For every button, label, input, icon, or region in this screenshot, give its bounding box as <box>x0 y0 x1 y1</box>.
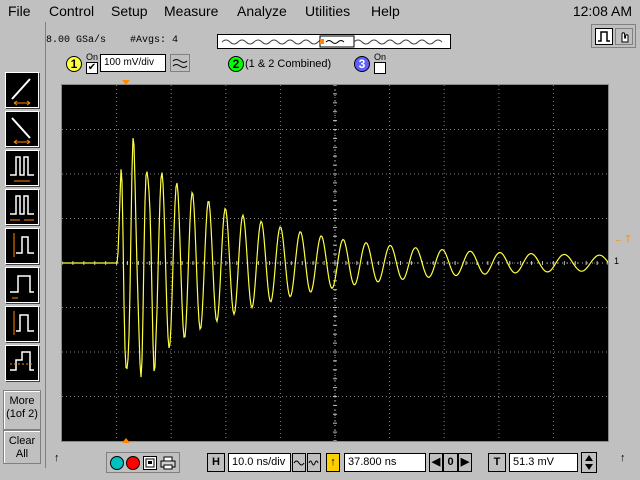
channel-1-ground-marker: 1 <box>614 256 619 266</box>
falling-edge-trigger-button[interactable] <box>5 111 39 147</box>
time-scale-field[interactable]: 10.0 ns/div <box>228 453 291 472</box>
channel-3-on-checkbox[interactable] <box>374 62 386 74</box>
pulse-width-trigger-button[interactable] <box>5 150 39 186</box>
more-label: More <box>9 395 35 407</box>
waveform-graticule <box>61 84 609 442</box>
scroll-up-arrow-icon[interactable]: ↑ <box>54 452 60 464</box>
touch-mode-button[interactable] <box>615 28 633 45</box>
trigger-position-top-marker <box>122 80 130 85</box>
pulse-icon <box>598 31 610 42</box>
menu-analyze[interactable]: Analyze <box>237 2 287 20</box>
time-scale-down-button[interactable] <box>292 453 306 472</box>
waveform-display[interactable] <box>61 84 609 442</box>
trigger-level-spinner[interactable] <box>581 452 597 473</box>
pattern-trigger-button[interactable] <box>5 228 39 264</box>
channel-1-on-checkbox[interactable]: ✔ <box>86 62 98 74</box>
transition-trigger-button[interactable] <box>5 345 39 381</box>
glitch-trigger-button[interactable] <box>5 189 39 225</box>
state-icon <box>10 275 34 299</box>
cyan-circle-icon[interactable] <box>110 456 124 470</box>
channel-1-scale-field[interactable]: 100 mV/div <box>100 54 166 72</box>
waveform-overview-bar[interactable] <box>217 34 451 49</box>
channel-1-badge[interactable]: 1 <box>66 56 82 72</box>
trigger-position-bottom-marker <box>122 438 130 443</box>
channel-3-badge[interactable]: 3 <box>354 56 370 72</box>
sample-rate: 8.00 GSa/s <box>46 35 107 46</box>
more-page-label: (1of 2) <box>6 408 38 420</box>
up-down-arrows-icon <box>585 455 593 470</box>
channel-2-badge[interactable]: 2 <box>228 56 244 72</box>
menu-bar: File Control Setup Measure Analyze Utili… <box>0 0 640 22</box>
more-triggers-button[interactable]: More (1of 2) <box>3 390 41 430</box>
channel-2-label: (1 & 2 Combined) <box>245 58 332 70</box>
printer-icon[interactable] <box>160 456 176 470</box>
timeout-icon <box>13 311 34 335</box>
menu-utilities[interactable]: Utilities <box>305 2 350 20</box>
trigger-toolbar: More (1of 2) Clear All <box>0 22 46 468</box>
state-trigger-button[interactable] <box>5 267 39 303</box>
clear-all-button[interactable]: Clear All <box>3 430 41 464</box>
channel-3-on-label: On <box>374 52 387 62</box>
rising-edge-trigger-button[interactable] <box>5 72 39 108</box>
wave-left-icon <box>293 460 305 466</box>
scroll-up-arrow-right-icon[interactable]: ↑ <box>620 452 626 464</box>
transition-icon <box>10 351 34 371</box>
trigger-marker-text: ← T <box>614 234 631 244</box>
single-shot-button[interactable] <box>595 28 613 45</box>
delay-reference-button[interactable]: ↑ <box>326 453 340 472</box>
channel-1-on-label: On <box>86 52 99 62</box>
menu-measure[interactable]: Measure <box>164 2 218 20</box>
delay-right-button[interactable]: ▶ <box>458 453 472 472</box>
delay-field[interactable]: 37.800 ns <box>344 453 426 472</box>
menu-control[interactable]: Control <box>49 2 94 20</box>
overview-wave-icon <box>221 35 443 48</box>
menu-setup[interactable]: Setup <box>111 2 148 20</box>
save-glyph-icon <box>145 458 155 468</box>
printer-glyph-icon <box>160 456 176 470</box>
trigger-level-button[interactable]: T <box>488 453 506 472</box>
falling-edge-icon <box>11 117 31 145</box>
trigger-level-marker: ← T <box>614 234 631 244</box>
delay-left-button[interactable]: ◀ <box>429 453 443 472</box>
channel-1-coupling-button[interactable] <box>170 54 190 72</box>
timeout-trigger-button[interactable] <box>5 306 39 342</box>
acquisition-status: 8.00 GSa/s #Avgs: 4 <box>46 33 178 49</box>
averages-count: #Avgs: 4 <box>130 35 179 46</box>
menu-help[interactable]: Help <box>371 2 400 20</box>
coupling-icon <box>172 59 188 68</box>
menu-file[interactable]: File <box>8 2 31 20</box>
delay-zero-button[interactable]: 0 <box>443 453 458 472</box>
time-scale-up-button[interactable] <box>307 453 321 472</box>
save-waveform-icon[interactable] <box>143 456 157 470</box>
ground-marker-text: 1 <box>614 256 620 266</box>
glitch-icon <box>10 195 34 221</box>
pulse-width-icon <box>10 156 34 182</box>
red-record-icon[interactable] <box>126 456 140 470</box>
all-label: All <box>15 448 29 460</box>
run-mode-buttons <box>591 24 636 48</box>
wave-right-icon <box>308 460 319 466</box>
clear-label: Clear <box>8 435 36 447</box>
rising-edge-icon <box>11 78 31 106</box>
pattern-icon <box>13 233 34 257</box>
clock: 12:08 AM <box>572 3 632 19</box>
horizontal-scale-button[interactable]: H <box>207 453 225 472</box>
hand-pointer-icon <box>621 32 629 43</box>
trigger-level-field[interactable]: 51.3 mV <box>509 453 578 472</box>
